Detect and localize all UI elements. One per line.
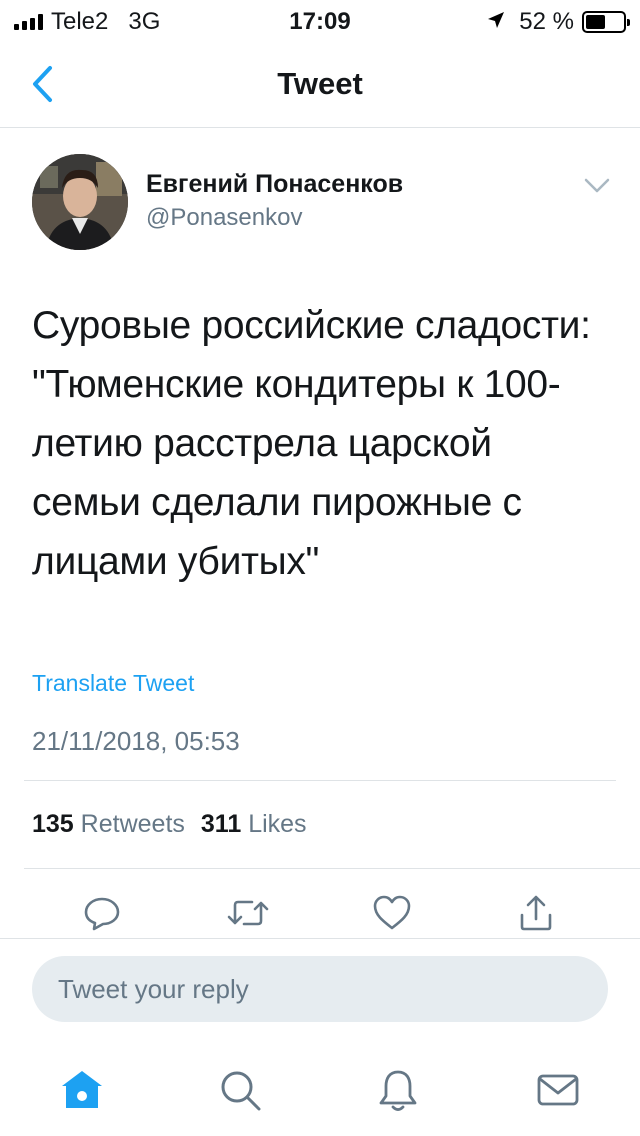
author-handle[interactable]: @Ponasenkov — [146, 204, 302, 232]
tab-bar — [0, 1044, 640, 1136]
tweet-text: Суровые российские сладости: "Тюменские … — [32, 304, 591, 583]
home-icon — [62, 1071, 102, 1108]
retweets-label: Retweets — [80, 810, 185, 838]
tab-search[interactable] — [212, 1062, 268, 1118]
tweet-timestamp: 21/11/2018, 05:53 — [32, 726, 240, 756]
messages-icon — [537, 1074, 579, 1106]
translate-tweet-link[interactable]: Translate Tweet — [32, 670, 194, 697]
tab-messages[interactable] — [530, 1062, 586, 1118]
battery-tip — [627, 19, 630, 26]
nav-bar: Tweet — [0, 40, 640, 128]
notifications-icon — [379, 1070, 417, 1111]
chevron-down-icon — [584, 178, 610, 193]
location-arrow-icon — [487, 8, 505, 36]
avatar-image — [32, 154, 128, 250]
tweet-stats: 135 Retweets 311 Likes — [32, 810, 307, 839]
divider — [24, 780, 616, 781]
divider — [24, 868, 640, 869]
retweet-icon — [227, 900, 269, 926]
more-options-button[interactable] — [582, 176, 612, 200]
reply-button[interactable] — [80, 891, 124, 935]
like-icon — [373, 895, 411, 930]
divider — [0, 938, 640, 939]
author-name[interactable]: Евгений Понасенков — [146, 170, 403, 199]
reply-input[interactable]: Tweet your reply — [32, 956, 608, 1022]
likes-stat[interactable]: 311 Likes — [201, 810, 307, 838]
like-button[interactable] — [370, 891, 414, 935]
tweet-actions — [0, 885, 640, 939]
page-title: Tweet — [277, 66, 363, 101]
share-icon — [520, 895, 552, 931]
avatar[interactable] — [32, 154, 128, 250]
reply-icon — [84, 897, 120, 931]
retweets-count: 135 — [32, 810, 74, 838]
tweet-header: Евгений Понасенков @Ponasenkov — [32, 154, 612, 254]
share-button[interactable] — [514, 891, 558, 935]
retweet-button[interactable] — [226, 891, 270, 935]
battery-percent: 52 % — [519, 8, 574, 35]
battery-level — [586, 15, 605, 29]
tab-notifications[interactable] — [370, 1062, 426, 1118]
status-bar-right: 52 % — [487, 8, 630, 36]
tab-home[interactable] — [54, 1062, 110, 1118]
retweets-stat[interactable]: 135 Retweets — [32, 810, 185, 838]
reply-placeholder: Tweet your reply — [58, 974, 249, 1004]
likes-label: Likes — [248, 810, 307, 838]
likes-count: 311 — [200, 810, 242, 838]
battery-icon — [582, 11, 630, 33]
status-bar: Tele2 3G 17:09 52 % — [0, 0, 640, 40]
search-icon — [221, 1071, 261, 1111]
